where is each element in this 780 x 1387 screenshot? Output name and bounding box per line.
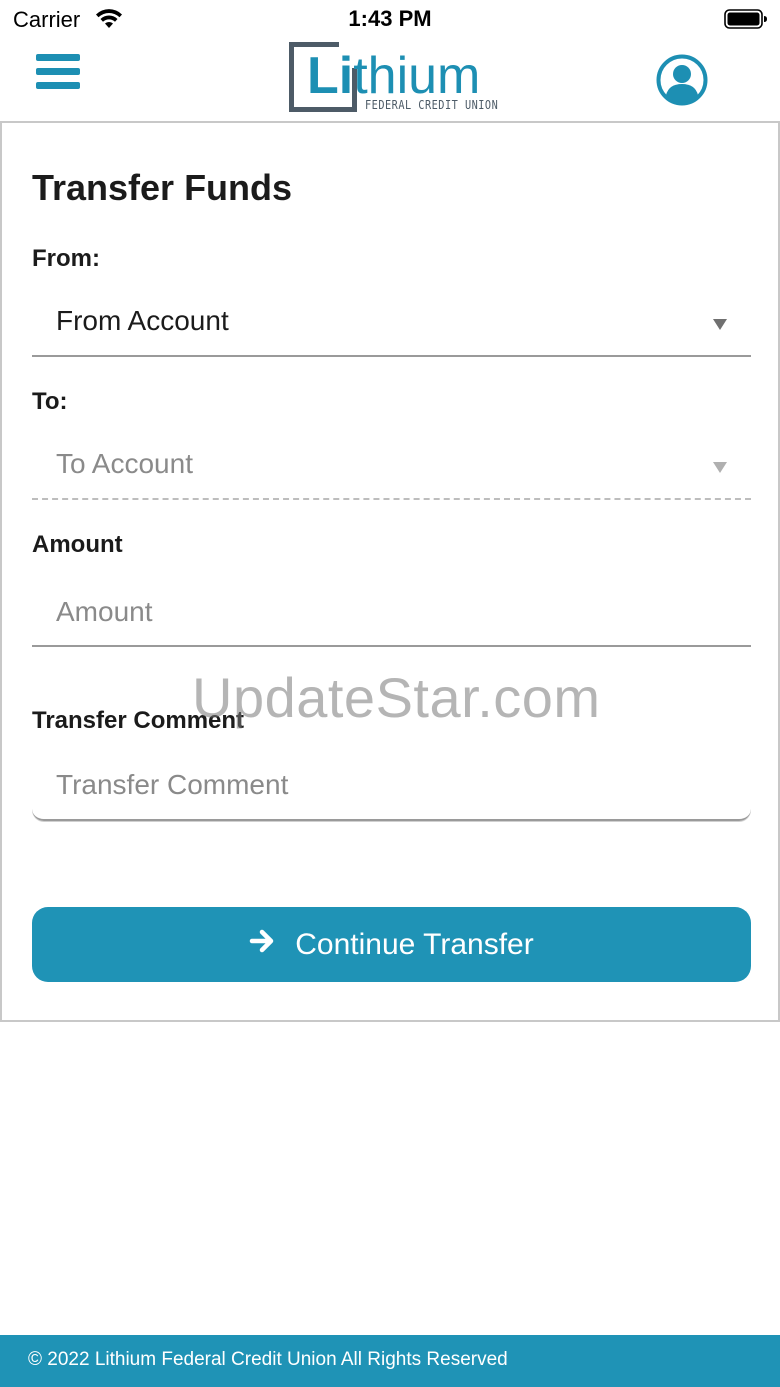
transfer-comment-input[interactable]: [32, 751, 751, 821]
menu-bar: [36, 54, 80, 61]
continue-transfer-label: Continue Transfer: [295, 927, 534, 961]
to-label: To:: [32, 388, 68, 415]
chevron-down-icon: [713, 462, 727, 473]
app-header: Lithium FEDERAL CREDIT UNION: [0, 40, 780, 120]
continue-transfer-button[interactable]: Continue Transfer: [32, 907, 751, 982]
from-account-value: From Account: [56, 305, 229, 336]
watermark: UpdateStar.com: [192, 666, 601, 729]
transfer-form-card: Transfer Funds From: From Account To: To…: [0, 121, 780, 1022]
arrow-right-icon: [250, 929, 274, 952]
copyright-text: © 2022 Lithium Federal Credit Union All …: [28, 1349, 508, 1370]
to-account-value: To Account: [56, 448, 193, 479]
amount-label: Amount: [32, 531, 123, 558]
battery-icon: [724, 9, 767, 29]
logo-wordmark: Lithium: [307, 48, 480, 104]
from-account-select[interactable]: From Account: [32, 293, 751, 357]
logo-word-bold: Li: [307, 47, 354, 105]
from-label: From:: [32, 245, 100, 272]
logo-subtitle: FEDERAL CREDIT UNION: [365, 97, 499, 112]
lithium-logo: Lithium FEDERAL CREDIT UNION: [287, 40, 499, 116]
footer: © 2022 Lithium Federal Credit Union All …: [0, 1335, 780, 1387]
status-bar: Carrier 1:43 PM: [0, 0, 780, 40]
page-title: Transfer Funds: [32, 167, 293, 208]
user-avatar-icon[interactable]: [656, 54, 708, 106]
amount-input[interactable]: [32, 579, 751, 647]
menu-bar: [36, 82, 80, 89]
to-account-select[interactable]: To Account: [32, 436, 751, 500]
clock-time: 1:43 PM: [348, 6, 432, 31]
chevron-down-icon: [713, 319, 727, 330]
menu-bar: [36, 68, 80, 75]
hamburger-menu-icon[interactable]: [36, 54, 82, 94]
